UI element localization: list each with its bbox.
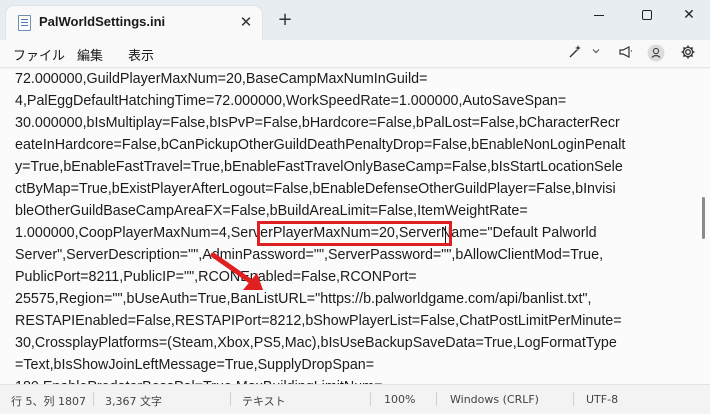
menu-bar: ファイル 編集 表示 (0, 40, 710, 68)
menu-view[interactable]: 表示 (128, 45, 154, 64)
status-divider (436, 392, 437, 406)
tab-title: PalWorldSettings.ini (39, 14, 166, 29)
file-tab[interactable]: PalWorldSettings.ini ✕ (6, 6, 262, 40)
text-line: eateInHardcore=False,bCanPickupOtherGuil… (15, 137, 626, 153)
annotation-arrow-icon (210, 252, 263, 290)
gear-icon[interactable] (677, 44, 699, 64)
text-editor[interactable]: 72.000000,GuildPlayerMaxNum=20,BaseCampM… (0, 69, 710, 384)
new-tab-button[interactable]: + (275, 10, 295, 30)
megaphone-glyph (619, 46, 632, 58)
text-caret (445, 226, 446, 243)
menu-edit[interactable]: 編集 (77, 45, 103, 64)
zoom-level[interactable]: 100% (384, 393, 415, 406)
text-line: RESTAPIEnabled=False,RESTAPIPort=8212,bS… (15, 313, 622, 329)
text-line: 72.000000,GuildPlayerMaxNum=20,BaseCampM… (15, 71, 428, 87)
menu-file[interactable]: ファイル (13, 45, 65, 64)
chevron-glyph (592, 49, 600, 54)
sparkle-icon[interactable] (564, 44, 586, 64)
status-divider (93, 392, 94, 406)
text-line: 30.000000,bIsMultiplay=False,bIsPvP=Fals… (15, 115, 620, 131)
cursor-position: 行 5、列 1807 (11, 395, 86, 408)
close-tab-icon[interactable]: ✕ (236, 12, 256, 32)
status-divider (230, 392, 231, 406)
status-divider (370, 392, 371, 406)
minimize-button[interactable] (576, 0, 622, 30)
text-line: 180,EnablePredatorBossPal=True,MaxBuildi… (15, 376, 625, 384)
text-line: y=True,bEnableFastTravel=True,bEnableFas… (15, 159, 623, 175)
account-icon[interactable] (645, 44, 667, 64)
avatar (647, 44, 665, 62)
vertical-scrollbar[interactable] (702, 197, 705, 239)
feedback-icon[interactable] (615, 44, 637, 64)
line-ending[interactable]: Windows (CRLF) (450, 393, 539, 406)
text-line: Server",ServerDescription="",AdminPasswo… (15, 247, 604, 263)
maximize-button[interactable] (624, 0, 670, 30)
minimize-icon (594, 14, 604, 16)
text-line: 4,PalEggDefaultHatchingTime=72.000000,Wo… (15, 93, 567, 109)
text-line: PublicPort=8211,PublicIP="",RCONEnabled=… (15, 269, 417, 285)
text-line: 25575,Region="",bUseAuth=True,BanListURL… (15, 291, 592, 307)
status-divider (573, 392, 574, 406)
text-line: bleOtherGuildBaseCampAreaFX=False,bBuild… (15, 203, 528, 219)
encoding[interactable]: UTF-8 (586, 393, 618, 406)
close-window-button[interactable]: ✕ (666, 0, 710, 30)
text-line: 30,CrossplayPlatforms=(Steam,Xbox,PS5,Ma… (15, 335, 617, 351)
notepad-icon (18, 15, 31, 31)
text-line: =Text,bIsShowJoinLeftMessage=True,Supply… (15, 357, 375, 373)
sparkle-glyph (569, 45, 581, 58)
chevron-down-icon[interactable] (585, 44, 607, 64)
maximize-icon (642, 10, 652, 20)
status-bar: 行 5、列 1807 3,367 文字 テキスト 100% Windows (C… (0, 384, 710, 414)
title-bar: PalWorldSettings.ini ✕ + ✕ (0, 0, 710, 40)
highlight-box (257, 221, 452, 246)
character-count: 3,367 文字 (105, 395, 162, 408)
gear-glyph (681, 45, 695, 59)
text-line: ctByMap=True,bExistPlayerAfterLogout=Fal… (15, 181, 616, 197)
text-format[interactable]: テキスト (242, 393, 286, 409)
